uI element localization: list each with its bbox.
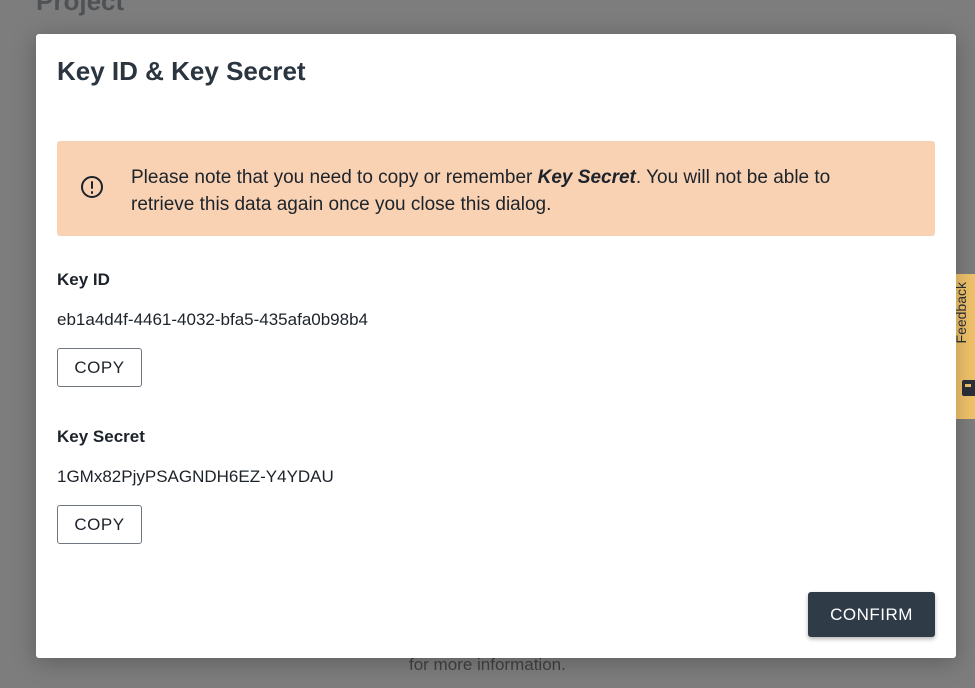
key-secret-value: 1GMx82PjyPSAGNDH6EZ-Y4YDAU [57, 467, 334, 486]
warning-text: Please note that you need to copy or rem… [131, 164, 891, 218]
copy-key-secret-button[interactable]: COPY [57, 505, 142, 544]
warning-banner: Please note that you need to copy or rem… [57, 141, 935, 236]
key-secret-label: Key Secret [57, 427, 145, 446]
warning-emphasis: Key Secret [537, 167, 636, 188]
copy-key-id-button[interactable]: COPY [57, 348, 142, 387]
background-page-title: Project [36, 0, 125, 16]
warning-text-before: Please note that you need to copy or rem… [131, 167, 538, 188]
key-id-value: eb1a4d4f-4461-4032-bfa5-435afa0b98b4 [57, 310, 368, 329]
exclamation-circle-icon [81, 176, 103, 198]
key-dialog: Key ID & Key Secret Please note that you… [36, 34, 956, 658]
chat-icon [962, 380, 975, 396]
feedback-label: Feedback [953, 282, 969, 344]
dialog-title: Key ID & Key Secret [57, 56, 306, 86]
confirm-button[interactable]: CONFIRM [808, 592, 935, 637]
key-id-label: Key ID [57, 270, 110, 289]
background-footer-text: for more information. [409, 655, 566, 674]
